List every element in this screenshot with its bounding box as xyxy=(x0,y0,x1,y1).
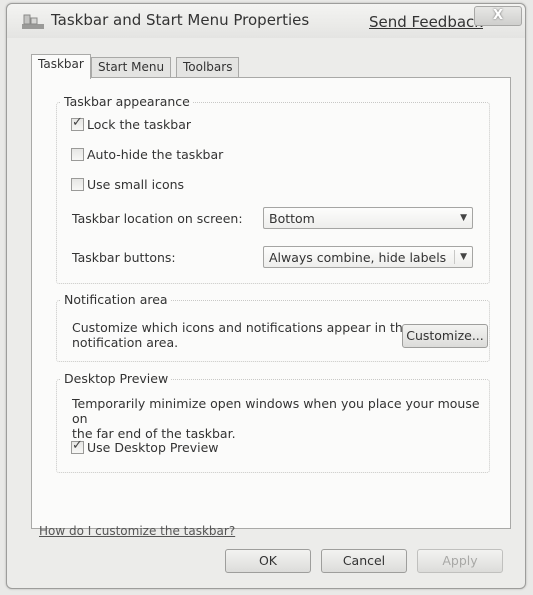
dropdown-value: Bottom xyxy=(269,211,315,226)
buttons-dropdown[interactable]: Always combine, hide labels ▼ xyxy=(263,246,473,268)
checkbox-box[interactable] xyxy=(71,148,84,161)
dropdown-separator xyxy=(454,250,455,264)
group-title: Notification area xyxy=(61,292,171,307)
taskbar-icon xyxy=(21,12,45,30)
desktop-preview-group: Desktop Preview Temporarily minimize ope… xyxy=(56,371,490,473)
send-feedback-link[interactable]: Send Feedback xyxy=(369,13,483,31)
checkmark-icon: ✓ xyxy=(72,438,83,453)
checkbox-box[interactable]: ✓ xyxy=(71,438,84,454)
notification-area-group: Notification area Customize which icons … xyxy=(56,292,490,362)
properties-window: Taskbar and Start Menu Properties Send F… xyxy=(6,3,526,589)
checkmark-icon: ✓ xyxy=(72,115,83,130)
tab-label: Taskbar xyxy=(38,57,84,71)
autohide-taskbar-checkbox[interactable]: Auto-hide the taskbar xyxy=(71,147,223,162)
taskbar-tab-panel: Taskbar appearance ✓ Lock the taskbar Aut… xyxy=(31,77,511,529)
description-line: the far end of the taskbar. xyxy=(72,426,236,441)
tab-label: Toolbars xyxy=(183,60,233,74)
checkbox-label: Lock the taskbar xyxy=(87,117,192,132)
lock-taskbar-checkbox[interactable]: ✓ Lock the taskbar xyxy=(71,115,192,132)
checkbox-box[interactable] xyxy=(71,178,84,191)
tab-toolbars[interactable]: Toolbars xyxy=(176,57,240,78)
title-bar: Taskbar and Start Menu Properties Send F… xyxy=(7,4,525,38)
close-button[interactable]: X xyxy=(474,6,522,26)
notification-description: Customize which icons and notifications … xyxy=(72,320,411,350)
small-icons-checkbox[interactable]: Use small icons xyxy=(71,177,184,192)
checkbox-box[interactable]: ✓ xyxy=(71,115,84,131)
customize-button[interactable]: Customize... xyxy=(402,324,488,348)
window-title: Taskbar and Start Menu Properties xyxy=(51,11,310,29)
close-icon: X xyxy=(492,8,504,23)
description-line: Customize which icons and notifications … xyxy=(72,320,411,335)
checkbox-label: Use Desktop Preview xyxy=(87,440,219,455)
use-desktop-preview-checkbox[interactable]: ✓ Use Desktop Preview xyxy=(71,438,219,455)
cancel-button[interactable]: Cancel xyxy=(321,549,407,573)
group-title: Taskbar appearance xyxy=(61,94,193,109)
checkbox-label: Use small icons xyxy=(87,177,185,192)
location-label: Taskbar location on screen: xyxy=(72,211,243,226)
chevron-down-icon: ▼ xyxy=(460,213,467,223)
checkbox-label: Auto-hide the taskbar xyxy=(87,147,224,162)
dropdown-value: Always combine, hide labels xyxy=(269,250,447,265)
tab-label: Start Menu xyxy=(98,60,165,74)
tab-start-menu[interactable]: Start Menu xyxy=(91,57,172,78)
description-line: notification area. xyxy=(72,335,179,350)
preview-description: Temporarily minimize open windows when y… xyxy=(72,396,489,441)
chevron-down-icon: ▼ xyxy=(460,252,467,262)
group-title: Desktop Preview xyxy=(61,371,172,386)
buttons-label: Taskbar buttons: xyxy=(72,250,176,265)
location-dropdown[interactable]: Bottom ▼ xyxy=(263,207,473,229)
ok-button[interactable]: OK xyxy=(225,549,311,573)
tab-taskbar[interactable]: Taskbar xyxy=(31,54,91,79)
apply-button[interactable]: Apply xyxy=(417,549,503,573)
help-link[interactable]: How do I customize the taskbar? xyxy=(39,524,235,538)
taskbar-appearance-group: Taskbar appearance ✓ Lock the taskbar Aut… xyxy=(56,94,490,284)
description-line: Temporarily minimize open windows when y… xyxy=(72,396,480,426)
